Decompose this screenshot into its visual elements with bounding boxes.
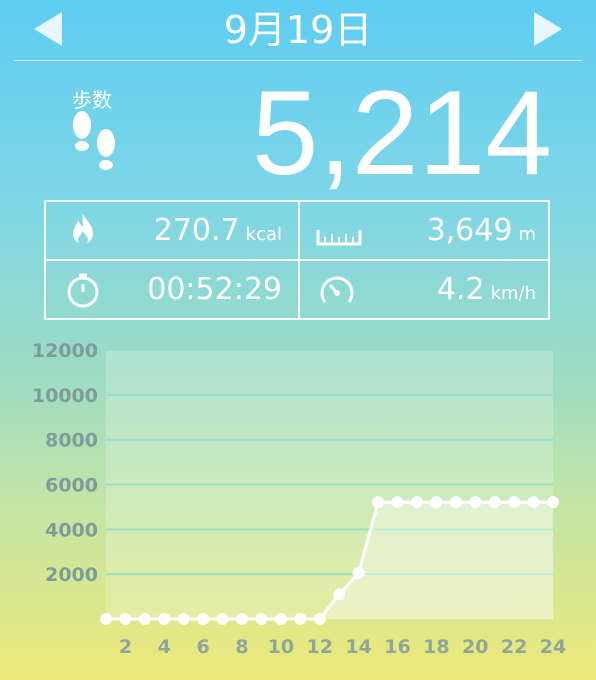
next-day-button[interactable] xyxy=(534,12,562,46)
data-point xyxy=(508,496,521,509)
x-tick-label: 22 xyxy=(501,636,527,658)
steps-count: 5,214 xyxy=(251,66,552,200)
calories-value: 270.7 xyxy=(153,213,240,248)
data-point xyxy=(138,613,151,625)
calories-unit: kcal xyxy=(245,224,282,245)
footprints-icon xyxy=(73,111,115,170)
data-point xyxy=(313,613,326,625)
data-point xyxy=(391,496,404,509)
data-point xyxy=(333,588,346,601)
x-tick-label: 24 xyxy=(540,636,566,658)
x-tick-label: 4 xyxy=(158,636,171,658)
y-tick-label: 10000 xyxy=(32,385,98,407)
date-title: 9月19日 xyxy=(223,8,373,52)
x-tick-label: 2 xyxy=(119,636,132,658)
data-point xyxy=(197,613,210,625)
header-divider xyxy=(14,60,582,61)
x-tick-label: 14 xyxy=(345,636,371,658)
speed-value: 4.2 xyxy=(436,272,485,307)
calories-stat: 270.7 kcal xyxy=(46,202,298,259)
x-tick-label: 20 xyxy=(462,636,488,658)
data-point xyxy=(449,496,462,509)
data-point xyxy=(236,613,249,625)
data-point xyxy=(294,613,307,625)
distance-value: 3,649 xyxy=(426,213,513,248)
ruler-icon xyxy=(316,230,362,246)
data-point xyxy=(216,613,229,625)
data-point xyxy=(430,496,443,509)
data-point xyxy=(100,613,112,625)
x-tick-label: 6 xyxy=(197,636,210,658)
data-point xyxy=(527,496,540,509)
x-tick-label: 8 xyxy=(235,636,248,658)
time-value: 00:52:29 xyxy=(147,272,282,307)
flame-icon xyxy=(73,214,93,245)
y-tick-label: 4000 xyxy=(45,519,98,541)
hourly-steps-chart: 200040006000800010000120002 4 6 8 10 12 14 16 18… xyxy=(32,340,566,658)
data-point xyxy=(547,496,559,509)
speed-unit: km/h xyxy=(490,283,536,304)
data-point xyxy=(158,613,171,625)
distance-unit: m xyxy=(518,224,536,245)
data-point xyxy=(119,613,132,625)
data-point xyxy=(469,496,482,509)
data-point xyxy=(372,496,385,509)
x-tick-label: 10 xyxy=(268,636,294,658)
data-point xyxy=(255,613,268,625)
y-tick-label: 2000 xyxy=(45,564,98,586)
data-point xyxy=(410,496,423,509)
y-tick-label: 12000 xyxy=(32,340,98,362)
speed-stat: 4.2 km/h xyxy=(300,261,552,318)
data-point xyxy=(488,496,501,509)
data-point xyxy=(352,567,365,580)
y-tick-label: 6000 xyxy=(45,475,98,497)
x-tick-label: 18 xyxy=(423,636,449,658)
time-stat: 00:52:29 xyxy=(46,261,298,318)
x-tick-label: 12 xyxy=(307,636,333,658)
x-tick-label: 16 xyxy=(384,636,410,658)
stopwatch-icon xyxy=(67,273,99,308)
distance-stat: 3,649 m xyxy=(300,202,552,259)
stats-panel: 270.7 kcal 3,649 m 00:52:29 4.2 km/h xyxy=(44,200,550,320)
data-point xyxy=(274,613,287,625)
y-tick-label: 8000 xyxy=(45,430,98,452)
data-point xyxy=(177,613,190,625)
steps-label: 歩数 xyxy=(72,88,112,112)
speedometer-icon xyxy=(320,276,354,303)
